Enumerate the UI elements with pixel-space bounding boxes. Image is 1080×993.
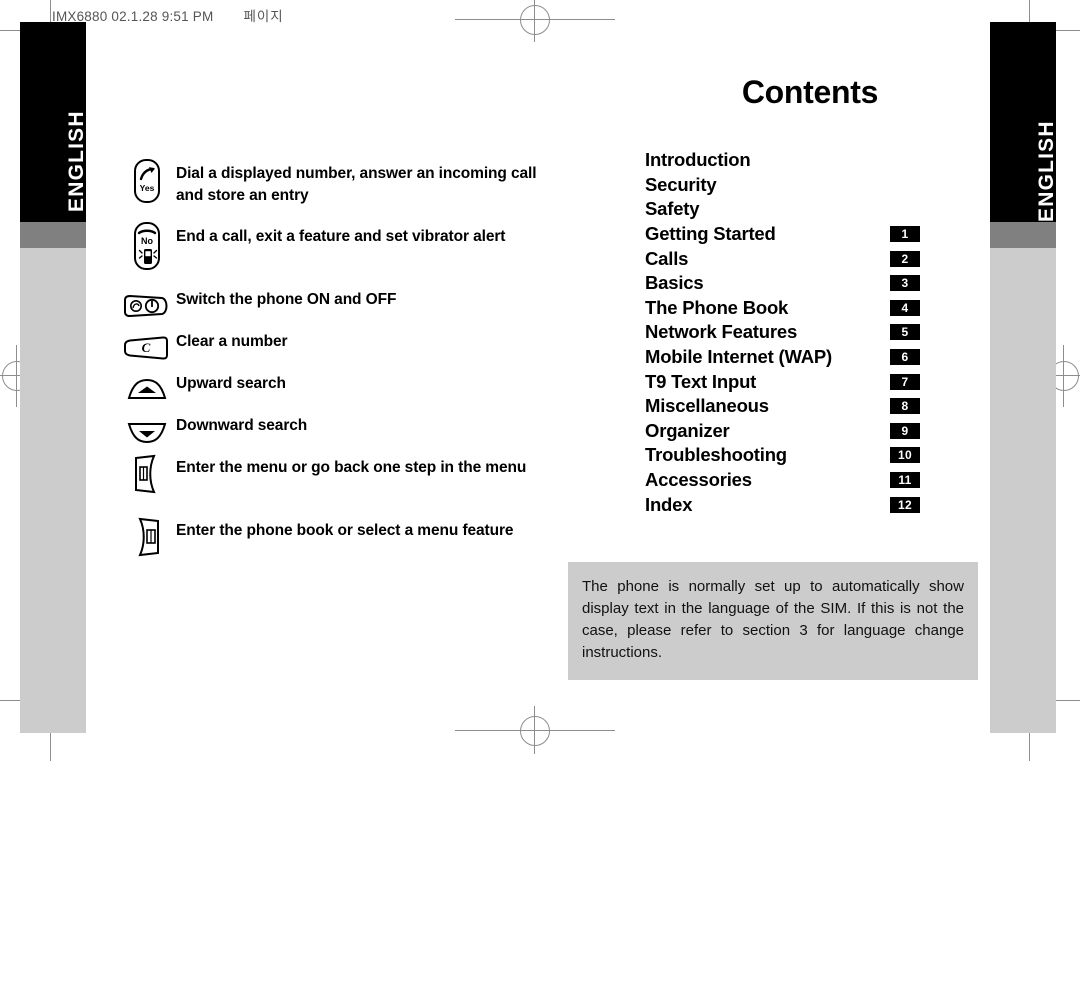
key-legend-row: Upward search	[118, 368, 538, 410]
toc-entry-label: Mobile Internet (WAP)	[645, 346, 832, 368]
key-legend-row: Enter the menu or go back one step in th…	[118, 452, 538, 515]
toc-entry-badge: 8	[890, 398, 920, 415]
key-legend-description: Enter the menu or go back one step in th…	[176, 459, 527, 476]
toc-entry-badge	[890, 152, 920, 168]
left-soft-key-icon	[118, 452, 176, 496]
toc-row[interactable]: Accessories 11	[645, 468, 920, 493]
svg-text:No: No	[141, 236, 153, 246]
toc-entry-label: The Phone Book	[645, 296, 789, 318]
toc-entry-label: Calls	[645, 247, 689, 269]
toc-entry-label: Network Features	[645, 321, 798, 343]
toc-entry-label: Accessories	[645, 469, 752, 491]
toc-entry-label: Troubleshooting	[645, 444, 787, 466]
key-legend-row: No End a call, exit a feature and set vi…	[118, 221, 538, 284]
clear-key-icon: C	[118, 326, 176, 370]
toc-row[interactable]: Miscellaneous 8	[645, 394, 920, 419]
scan-header: IMX6880 02.1.28 9:51 PM 페이지	[52, 5, 284, 25]
registration-mark-bottom	[520, 716, 550, 746]
key-legend-row: Yes Dial a displayed number, answer an i…	[118, 158, 538, 221]
toc-entry-label: Miscellaneous	[645, 395, 769, 417]
side-tab-left-light-band	[20, 248, 86, 733]
toc-entry-badge: 11	[890, 472, 920, 489]
toc-entry-badge: 3	[890, 275, 920, 292]
no-end-call-key-icon: No	[118, 221, 176, 271]
power-key-glyph	[124, 294, 168, 318]
toc-row[interactable]: Organizer 9	[645, 419, 920, 444]
key-legend-description: Dial a displayed number, answer an incom…	[176, 165, 537, 204]
registration-mark-top	[520, 5, 550, 35]
key-legend-description: Enter the phone book or select a menu fe…	[176, 522, 514, 539]
toc-entry-badge: 7	[890, 373, 920, 390]
up-arrow-key-icon	[118, 368, 176, 412]
toc-entry-label: T9 Text Input	[645, 370, 757, 392]
right-soft-key-glyph	[138, 517, 159, 557]
page-title: Contents	[741, 74, 879, 110]
toc-row[interactable]: The Phone Book 4	[645, 296, 920, 321]
side-tab-right-light-band	[990, 248, 1056, 733]
toc-row[interactable]: Index 12	[645, 492, 920, 517]
svg-text:C: C	[142, 340, 151, 355]
toc-entry-label: Index	[645, 493, 693, 515]
down-arrow-key-icon	[118, 410, 176, 454]
key-legend-description: Clear a number	[176, 333, 288, 350]
side-tab-right-label: ENGLISH	[1035, 120, 1058, 222]
left-soft-key-glyph	[135, 454, 156, 494]
toc-entry-label: Introduction	[645, 149, 751, 171]
key-legend-description: Downward search	[176, 417, 308, 434]
key-legend-row: Enter the phone book or select a menu fe…	[118, 515, 538, 578]
toc-entry-badge: 2	[890, 250, 920, 267]
scan-header-korean-label: 페이지	[243, 9, 284, 24]
side-tab-left-gray-band	[20, 222, 86, 248]
key-legend-row: Switch the phone ON and OFF	[118, 284, 538, 326]
toc-row[interactable]: Calls 2	[645, 246, 920, 271]
clear-key-glyph: C	[124, 336, 168, 360]
key-legend-row: Downward search	[118, 410, 538, 452]
toc-row[interactable]: Basics 3	[645, 271, 920, 296]
toc-row[interactable]: Introduction	[645, 148, 920, 173]
toc-row[interactable]: Getting Started 1	[645, 222, 920, 247]
toc-entry-badge	[890, 177, 920, 193]
key-legend-description: End a call, exit a feature and set vibra…	[176, 228, 506, 245]
trim-guide-right-bottom-v	[1029, 733, 1030, 761]
side-tab-right-gray-band	[990, 222, 1056, 248]
toc-entry-badge: 1	[890, 226, 920, 243]
toc-row[interactable]: Security	[645, 173, 920, 198]
trim-guide-left-bottom-v	[50, 733, 51, 761]
toc-row[interactable]: Mobile Internet (WAP) 6	[645, 345, 920, 370]
toc-entry-badge: 12	[890, 496, 920, 513]
right-soft-key-icon	[118, 515, 176, 559]
toc-entry-badge	[890, 201, 920, 217]
toc-entry-badge: 4	[890, 299, 920, 316]
toc-row[interactable]: Network Features 5	[645, 320, 920, 345]
toc-entry-badge: 5	[890, 324, 920, 341]
toc-entry-label: Organizer	[645, 419, 730, 441]
key-legend-description: Upward search	[176, 375, 286, 392]
power-key-icon	[118, 284, 176, 328]
toc-entry-label: Safety	[645, 198, 700, 220]
yes-call-key-icon: Yes	[118, 158, 176, 204]
language-note-box: The phone is normally set up to automati…	[568, 562, 978, 680]
side-tab-left-label: ENGLISH	[65, 110, 88, 212]
toc-entry-label: Basics	[645, 272, 704, 294]
manual-page: IMX6880 02.1.28 9:51 PM 페이지 ENGLISH ENGLI…	[0, 0, 1080, 993]
down-arrow-key-glyph	[127, 423, 167, 444]
key-legend-description: Switch the phone ON and OFF	[176, 291, 397, 308]
toc-entry-label: Security	[645, 173, 717, 195]
svg-text:Yes: Yes	[140, 183, 155, 193]
up-arrow-key-glyph	[127, 378, 167, 399]
toc-row[interactable]: Safety	[645, 197, 920, 222]
toc-row[interactable]: Troubleshooting 10	[645, 443, 920, 468]
key-legend-list: Yes Dial a displayed number, answer an i…	[118, 158, 538, 578]
toc-entry-badge: 6	[890, 349, 920, 366]
yes-call-key-glyph: Yes	[134, 159, 160, 203]
toc-entry-badge: 10	[890, 447, 920, 464]
toc-entry-badge: 9	[890, 422, 920, 439]
key-legend-row: C Clear a number	[118, 326, 538, 368]
no-end-call-key-glyph: No	[134, 222, 160, 270]
toc-entry-label: Getting Started	[645, 223, 776, 245]
toc-row[interactable]: T9 Text Input 7	[645, 369, 920, 394]
table-of-contents: Introduction Security Safety Getting Sta…	[645, 148, 920, 517]
